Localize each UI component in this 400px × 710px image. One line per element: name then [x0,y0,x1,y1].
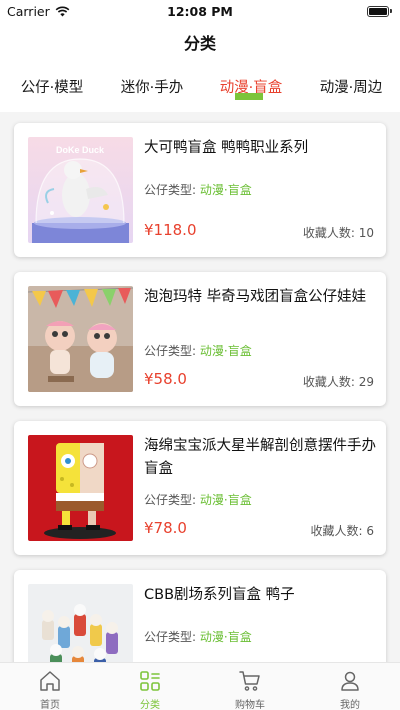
bottom-tab-label: 首页 [40,700,60,710]
product-image-pucky-circus [28,286,133,392]
bottom-tab-home[interactable]: 首页 [0,663,100,710]
product-image-cbb-ducks [28,584,133,662]
product-card[interactable]: DoKe Duck 大可鸭盲盒 鸭鸭职业系列 公仔类型: 动漫·盲盒 ¥118.… [14,123,386,257]
wifi-icon [55,6,70,16]
bottom-tab-label: 我的 [340,700,360,710]
favorite-count-label: 收藏人数: [302,375,355,389]
product-title: 泡泡玛特 毕奇马戏团盲盒公仔娃娃 [144,289,367,305]
bottom-tab-cart[interactable]: 购物车 [200,663,300,710]
bottom-tab-label: 分类 [140,700,160,710]
product-image-spongebob [28,435,133,541]
product-card[interactable]: CBB剧场系列盲盒 鸭子 公仔类型: 动漫·盲盒 [14,570,386,662]
product-type: 公仔类型: 动漫·盲盒 [144,342,252,359]
carrier-label: Carrier [7,3,50,19]
favorite-count-label: 收藏人数: [302,226,355,240]
product-price: ¥78.0 [144,519,187,537]
status-bar: Carrier 12:08 PM [0,0,400,22]
home-icon [40,671,60,691]
product-type-value: 动漫·盲盒 [199,630,252,644]
favorite-count: 收藏人数: 6 [310,522,374,539]
bottom-tab-category[interactable]: 分类 [100,663,200,710]
product-image-logo-text: DoKe Duck [56,145,105,155]
favorite-count: 收藏人数: 10 [303,224,374,241]
favorite-count: 收藏人数: 29 [303,373,374,390]
product-title: CBB剧场系列盲盒 鸭子 [144,587,295,603]
product-type-label: 公仔类型: [144,344,197,358]
product-type-value: 动漫·盲盒 [199,344,252,358]
product-type-value: 动漫·盲盒 [199,183,252,197]
battery-icon [367,5,392,17]
favorite-count-value: 10 [358,226,374,240]
product-image-duck: DoKe Duck [28,137,133,243]
category-icon [140,671,160,691]
profile-icon [341,671,359,691]
favorite-count-value: 29 [358,375,374,389]
bottom-tab-profile[interactable]: 我的 [300,663,400,710]
page-title: 分类 [183,34,216,53]
product-type: 公仔类型: 动漫·盲盒 [144,628,252,645]
active-tab-indicator [235,93,263,100]
tab-figure-model[interactable]: 公仔·模型 [8,62,96,110]
product-type: 公仔类型: 动漫·盲盒 [144,491,252,508]
bottom-tab-bar: 首页 分类 购物车 我的 [0,662,400,710]
tab-anime-blindbox[interactable]: 动漫·盲盒 [206,62,296,110]
favorite-count-label: 收藏人数: [310,524,363,538]
favorite-count-value: 6 [366,524,374,538]
category-tab-bar: 公仔·模型 迷你·手办 动漫·盲盒 动漫·周边 [0,62,400,110]
product-card[interactable]: 海绵宝宝派大星半解剖创意摆件手办盲盒 公仔类型: 动漫·盲盒 ¥78.0 收藏人… [14,421,386,555]
product-type-value: 动漫·盲盒 [199,493,252,507]
product-list[interactable]: DoKe Duck 大可鸭盲盒 鸭鸭职业系列 公仔类型: 动漫·盲盒 ¥118.… [0,112,400,662]
product-price: ¥58.0 [144,370,187,388]
product-type-label: 公仔类型: [144,183,197,197]
product-type-label: 公仔类型: [144,493,197,507]
product-card[interactable]: 泡泡玛特 毕奇马戏团盲盒公仔娃娃 公仔类型: 动漫·盲盒 ¥58.0 收藏人数:… [14,272,386,406]
product-title: 大可鸭盲盒 鸭鸭职业系列 [144,140,309,156]
product-type: 公仔类型: 动漫·盲盒 [144,181,252,198]
cart-icon [239,671,260,691]
tab-anime-merch[interactable]: 动漫·周边 [306,62,396,110]
bottom-tab-label: 购物车 [235,700,265,710]
product-title: 海绵宝宝派大星半解剖创意摆件手办盲盒 [144,438,376,477]
tab-mini-figure[interactable]: 迷你·手办 [106,62,198,110]
product-price: ¥118.0 [144,221,197,239]
product-type-label: 公仔类型: [144,630,197,644]
nav-header: 分类 [0,22,400,62]
